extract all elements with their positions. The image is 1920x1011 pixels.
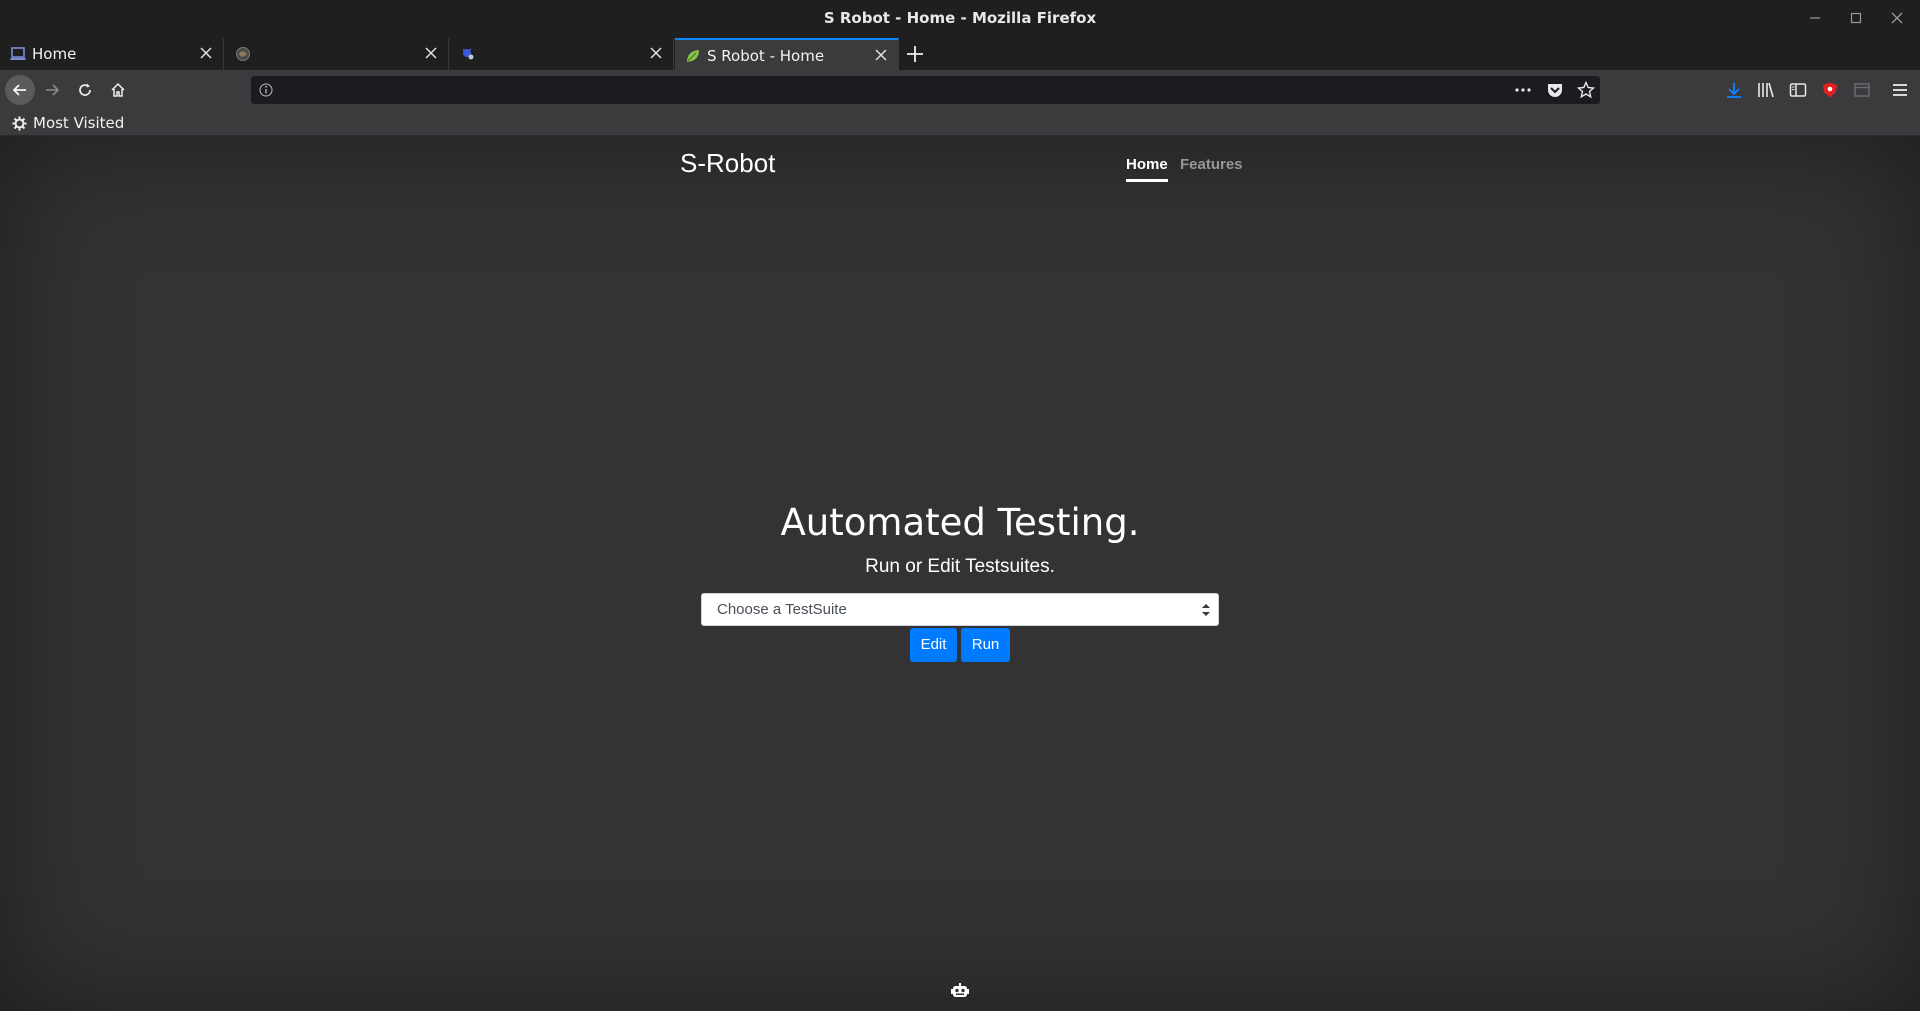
tab-home[interactable]: Home	[0, 38, 224, 70]
hero-subtitle: Run or Edit Testsuites.	[865, 556, 1055, 577]
sidebar-icon[interactable]	[1789, 81, 1807, 99]
home-button[interactable]	[104, 76, 132, 104]
download-icon[interactable]	[1725, 81, 1743, 99]
hamburger-menu-icon[interactable]	[1891, 81, 1909, 99]
window-title: S Robot - Home - Mozilla Firefox	[823, 9, 1097, 27]
robot-icon	[951, 983, 969, 997]
maximize-button[interactable]	[1843, 6, 1869, 30]
tab-s-robot-home[interactable]: S Robot - Home	[675, 38, 899, 70]
select-arrows-icon	[1202, 604, 1210, 616]
globe-icon	[236, 47, 250, 61]
forward-button[interactable]	[38, 76, 66, 104]
info-icon[interactable]	[259, 83, 273, 97]
tab-strip: Home S Robot - Home	[0, 36, 1920, 70]
pocket-icon[interactable]	[1546, 81, 1564, 99]
close-tab-icon[interactable]	[424, 46, 438, 60]
close-tab-icon[interactable]	[199, 46, 213, 60]
close-tab-icon[interactable]	[874, 48, 888, 62]
url-bar[interactable]	[251, 76, 1600, 104]
tab-title: Home	[32, 45, 77, 63]
bug-icon	[462, 48, 474, 60]
tab-2[interactable]	[225, 38, 449, 70]
maximize-icon	[1850, 12, 1862, 24]
site-brand[interactable]: S-Robot	[680, 148, 775, 179]
minimize-icon	[1810, 17, 1820, 19]
page-content: S-Robot Home Features Automated Testing.…	[0, 136, 1920, 1011]
close-tab-icon[interactable]	[649, 46, 663, 60]
bookmark-star-icon[interactable]	[1577, 81, 1595, 99]
navigation-toolbar	[0, 70, 1920, 110]
library-icon[interactable]	[1757, 81, 1775, 99]
back-button[interactable]	[5, 75, 35, 105]
most-visited-bookmark[interactable]: Most Visited	[12, 113, 124, 133]
window-titlebar: S Robot - Home - Mozilla Firefox	[0, 0, 1920, 36]
extension-window-icon[interactable]	[1853, 81, 1871, 99]
gear-icon	[12, 115, 27, 131]
more-actions-icon[interactable]	[1514, 81, 1532, 99]
arrow-right-icon	[46, 84, 60, 96]
hero-title: Automated Testing.	[780, 501, 1140, 544]
reload-icon	[79, 83, 91, 96]
reload-button[interactable]	[71, 76, 99, 104]
shield-extension-icon[interactable]	[1821, 81, 1839, 99]
leaf-icon	[687, 50, 699, 62]
nav-link-home[interactable]: Home	[1126, 156, 1168, 182]
minimize-button[interactable]	[1802, 6, 1828, 30]
testsuite-select[interactable]: Choose a TestSuite	[701, 593, 1219, 626]
new-tab-icon[interactable]	[904, 43, 926, 65]
edit-button[interactable]: Edit	[910, 628, 957, 662]
nav-link-features[interactable]: Features	[1180, 156, 1243, 173]
close-window-button[interactable]	[1884, 6, 1910, 30]
testsuite-select-value: Choose a TestSuite	[717, 601, 847, 618]
run-button[interactable]: Run	[961, 628, 1010, 662]
tab-title: S Robot - Home	[707, 47, 825, 65]
arrow-left-icon	[12, 84, 26, 96]
home-icon	[111, 82, 125, 97]
most-visited-label: Most Visited	[33, 114, 125, 132]
bookmarks-toolbar: Most Visited	[0, 110, 1920, 136]
close-icon	[1891, 12, 1903, 24]
laptop-icon	[10, 47, 26, 60]
tab-3[interactable]	[450, 38, 674, 70]
